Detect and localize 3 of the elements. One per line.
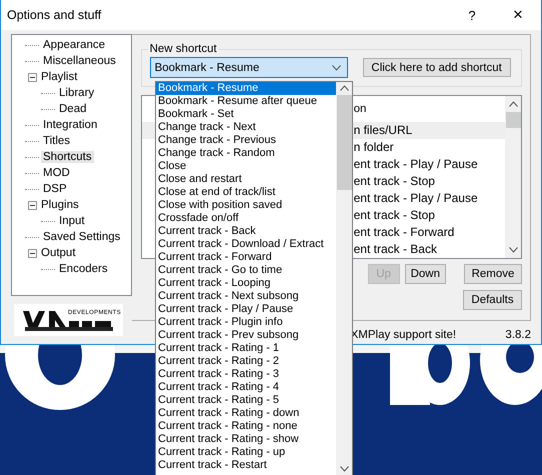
window-title: Options and stuff bbox=[6, 8, 102, 22]
group-label: New shortcut bbox=[148, 43, 218, 55]
version-label: 3.8.2 bbox=[505, 328, 531, 341]
